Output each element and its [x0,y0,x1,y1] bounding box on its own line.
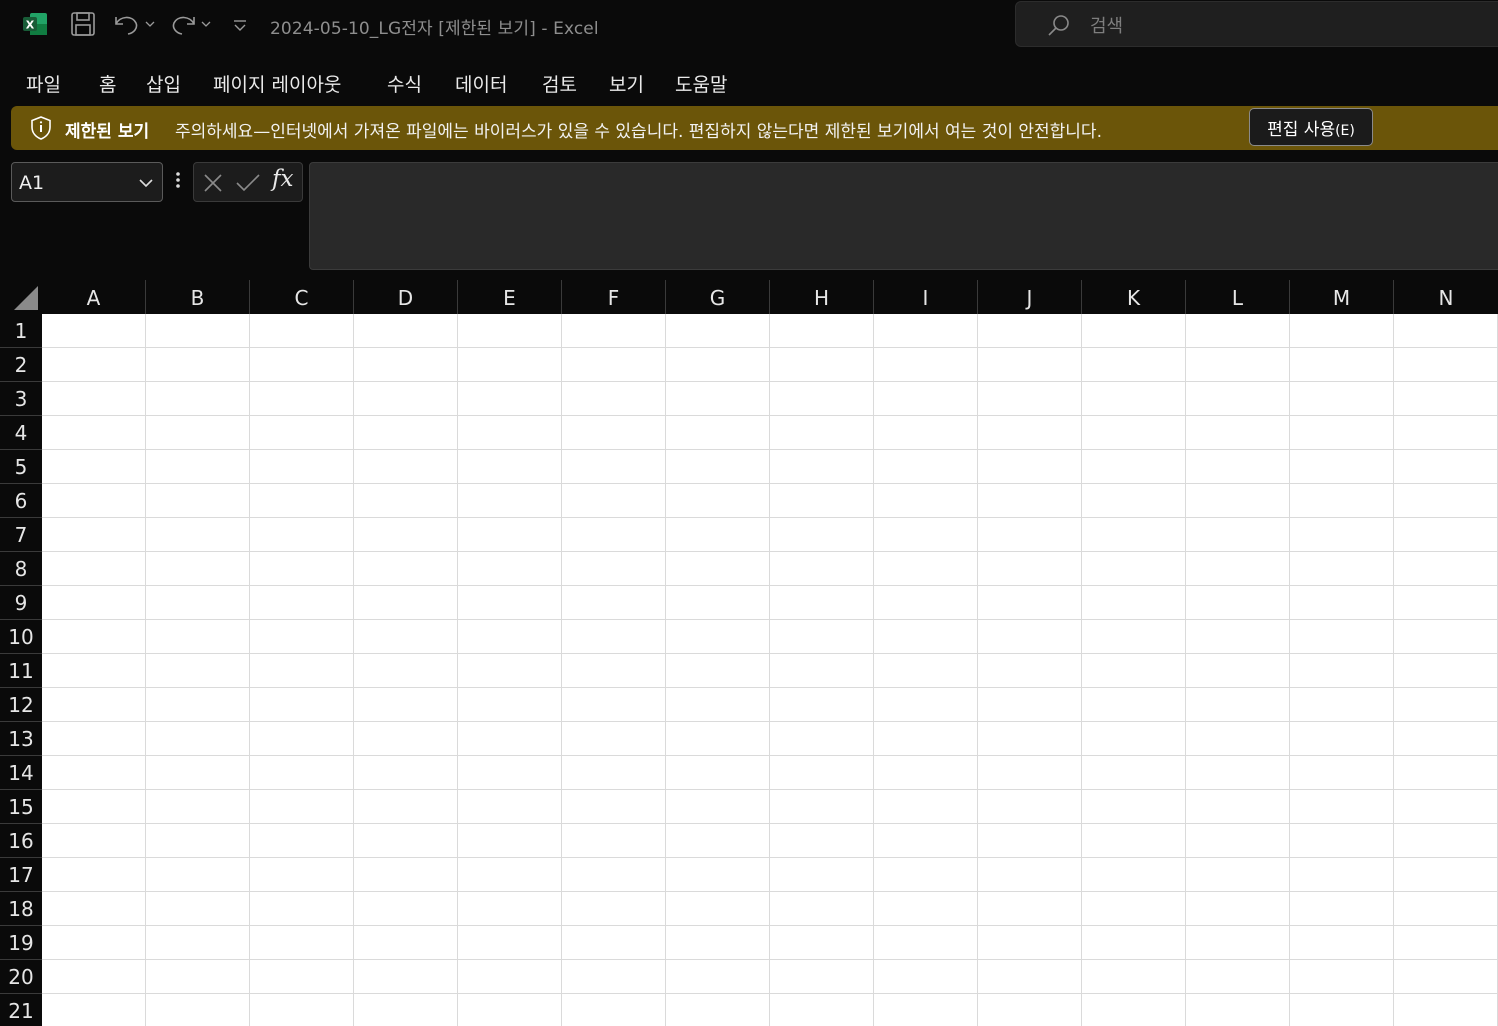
row-header-18[interactable]: 18 [0,892,42,926]
search-placeholder: 검색 [1090,16,1124,37]
column-header-m[interactable]: M [1290,280,1394,314]
worksheet-grid: A B C D E F G H I J K L M N 1 2 3 4 5 6 … [0,280,1498,1026]
tab-review[interactable]: 검토 [542,70,577,97]
row-header-11[interactable]: 11 [0,654,42,688]
protected-view-title: 제한된 보기 [65,122,150,142]
column-header-f[interactable]: F [562,280,666,314]
title-bar: X 2024-05-10_LG전자 [제한된 보기] - Excel 검색 [0,0,1498,52]
row-header-13[interactable]: 13 [0,722,42,756]
search-icon [1048,15,1069,36]
column-header-g[interactable]: G [666,280,770,314]
select-all-button[interactable] [0,280,42,314]
tab-page-layout[interactable]: 페이지 레이아웃 [213,70,341,97]
chevron-down-icon[interactable] [138,176,154,190]
column-header-a[interactable]: A [42,280,146,314]
row-header-16[interactable]: 16 [0,824,42,858]
name-box-value: A1 [19,172,45,194]
insert-function-button[interactable]: fx [272,166,293,192]
shield-icon [31,116,51,140]
tab-home[interactable]: 홈 [99,70,116,97]
tab-help[interactable]: 도움말 [675,70,727,97]
column-header-l[interactable]: L [1186,280,1290,314]
row-header-3[interactable]: 3 [0,382,42,416]
row-headers: 1 2 3 4 5 6 7 8 9 10 11 12 13 14 15 16 1… [0,314,42,1026]
tab-formulas[interactable]: 수식 [387,70,422,97]
column-header-n[interactable]: N [1394,280,1498,314]
enable-editing-shortcut: (E) [1335,122,1355,139]
save-icon [71,12,95,36]
column-header-i[interactable]: I [874,280,978,314]
row-header-5[interactable]: 5 [0,450,42,484]
redo-button[interactable] [170,10,216,38]
tab-data[interactable]: 데이터 [455,70,507,97]
protected-view-message: 주의하세요—인터넷에서 가져온 파일에는 바이러스가 있을 수 있습니다. 편집… [175,122,1102,142]
cancel-icon[interactable] [202,172,224,194]
excel-app-icon: X [22,12,48,36]
row-header-8[interactable]: 8 [0,552,42,586]
row-header-15[interactable]: 15 [0,790,42,824]
undo-icon [115,16,155,35]
enter-icon[interactable] [235,172,261,194]
tab-view[interactable]: 보기 [609,70,644,97]
row-header-12[interactable]: 12 [0,688,42,722]
column-headers: A B C D E F G H I J K L M N [42,280,1498,314]
name-box[interactable]: A1 [11,162,163,202]
svg-text:X: X [26,19,35,32]
row-header-17[interactable]: 17 [0,858,42,892]
tab-insert[interactable]: 삽입 [146,70,181,97]
column-header-d[interactable]: D [354,280,458,314]
column-header-b[interactable]: B [146,280,250,314]
column-header-e[interactable]: E [458,280,562,314]
row-header-7[interactable]: 7 [0,518,42,552]
customize-toolbar-icon [234,20,246,31]
row-header-2[interactable]: 2 [0,348,42,382]
row-header-10[interactable]: 10 [0,620,42,654]
row-header-1[interactable]: 1 [0,314,42,348]
customize-toolbar-button[interactable] [230,10,250,38]
protected-view-bar: 제한된 보기 주의하세요—인터넷에서 가져온 파일에는 바이러스가 있을 수 있… [11,106,1498,150]
formula-input[interactable] [309,162,1498,270]
row-header-6[interactable]: 6 [0,484,42,518]
column-header-h[interactable]: H [770,280,874,314]
column-header-j[interactable]: J [978,280,1082,314]
row-header-9[interactable]: 9 [0,586,42,620]
row-header-21[interactable]: 21 [0,994,42,1026]
column-header-k[interactable]: K [1082,280,1186,314]
ribbon-tabs: 파일 홈 삽입 페이지 레이아웃 수식 데이터 검토 보기 도움말 [0,60,1498,102]
enable-editing-label: 편집 사용 [1267,119,1336,140]
window-title: 2024-05-10_LG전자 [제한된 보기] - Excel [270,19,599,39]
search-box[interactable]: 검색 [1015,1,1498,47]
select-all-triangle-icon [14,286,38,310]
row-header-20[interactable]: 20 [0,960,42,994]
more-options-icon[interactable] [172,170,184,194]
row-header-19[interactable]: 19 [0,926,42,960]
row-header-14[interactable]: 14 [0,756,42,790]
row-header-4[interactable]: 4 [0,416,42,450]
formula-controls: fx [193,162,303,202]
cell-area[interactable] [42,314,1498,1026]
column-header-c[interactable]: C [250,280,354,314]
undo-button[interactable] [112,10,158,38]
redo-icon [172,16,211,35]
tab-file[interactable]: 파일 [26,70,61,97]
save-button[interactable] [68,10,98,38]
enable-editing-button[interactable]: 편집 사용(E) [1249,108,1373,146]
